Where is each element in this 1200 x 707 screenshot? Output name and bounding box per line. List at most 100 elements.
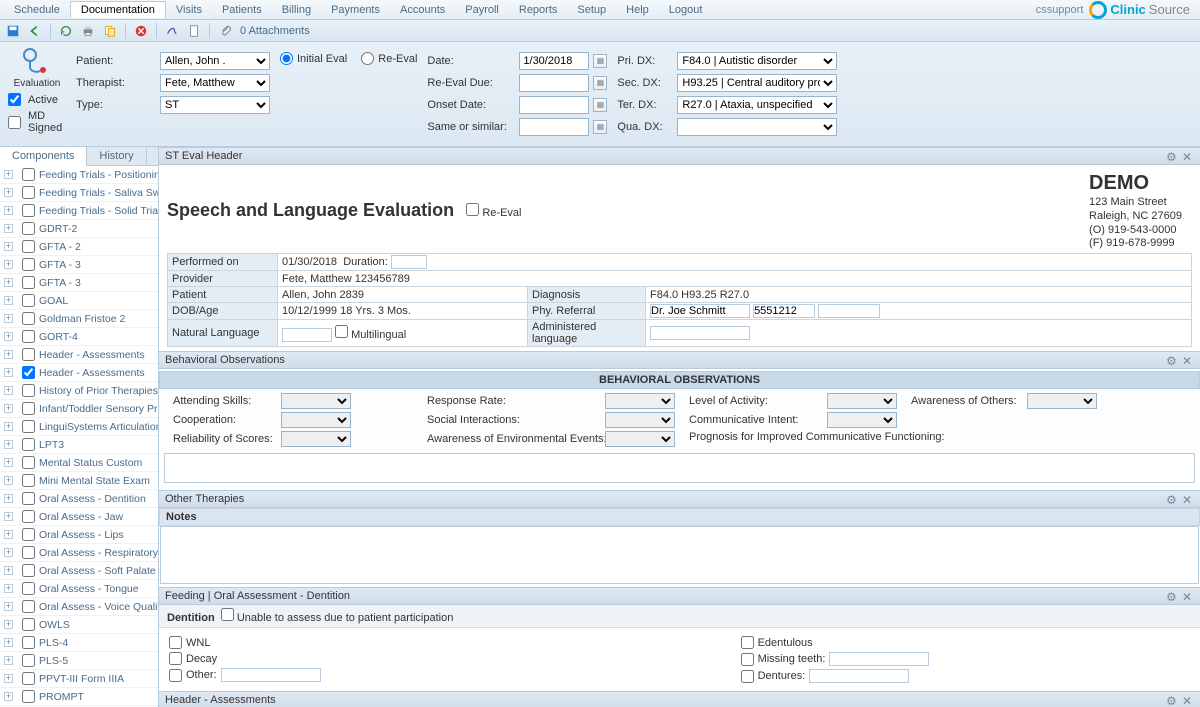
menu-visits[interactable]: Visits xyxy=(166,2,212,18)
expand-icon[interactable]: + xyxy=(4,530,13,539)
close-icon[interactable]: ✕ xyxy=(1182,150,1194,162)
component-item[interactable]: +OWLS xyxy=(0,616,158,634)
expand-icon[interactable]: + xyxy=(4,350,13,359)
menu-setup[interactable]: Setup xyxy=(567,2,616,18)
component-item[interactable]: +Feeding Trials - Positioning xyxy=(0,166,158,184)
expand-icon[interactable]: + xyxy=(4,260,13,269)
therapist-select[interactable]: Fete, Matthew xyxy=(160,74,270,92)
component-checkbox[interactable] xyxy=(22,366,35,379)
gear-icon[interactable]: ⚙ xyxy=(1166,493,1178,505)
md-signed-checkbox[interactable] xyxy=(8,116,21,129)
component-item[interactable]: +History of Prior Therapies xyxy=(0,382,158,400)
copy-icon[interactable] xyxy=(103,24,117,38)
component-item[interactable]: +Mental Status Custom xyxy=(0,454,158,472)
comm-intent-select[interactable] xyxy=(827,412,897,428)
component-item[interactable]: +LinguiSystems Articulation xyxy=(0,418,158,436)
close-icon[interactable]: ✕ xyxy=(1182,694,1194,706)
gear-icon[interactable]: ⚙ xyxy=(1166,590,1178,602)
menu-logout[interactable]: Logout xyxy=(659,2,713,18)
component-item[interactable]: +Oral Assess - Jaw xyxy=(0,508,158,526)
expand-icon[interactable]: + xyxy=(4,692,13,701)
social-select[interactable] xyxy=(605,412,675,428)
attachments-count[interactable]: 0 Attachments xyxy=(240,25,310,37)
component-item[interactable]: +PLS-4 xyxy=(0,634,158,652)
component-item[interactable]: +GFTA - 2 xyxy=(0,238,158,256)
component-item[interactable]: +Header - Assessments xyxy=(0,346,158,364)
expand-icon[interactable]: + xyxy=(4,476,13,485)
component-checkbox[interactable] xyxy=(22,564,35,577)
expand-icon[interactable]: + xyxy=(4,206,13,215)
missing-input[interactable] xyxy=(829,652,929,666)
close-icon[interactable]: ✕ xyxy=(1182,354,1194,366)
dentures-checkbox[interactable] xyxy=(741,670,754,683)
gear-icon[interactable]: ⚙ xyxy=(1166,150,1178,162)
expand-icon[interactable]: + xyxy=(4,386,13,395)
component-checkbox[interactable] xyxy=(22,618,35,631)
other-therapies-textarea[interactable] xyxy=(160,526,1199,584)
menu-documentation[interactable]: Documentation xyxy=(70,1,166,18)
expand-icon[interactable]: + xyxy=(4,224,13,233)
component-item[interactable]: +Oral Assess - Dentition xyxy=(0,490,158,508)
component-item[interactable]: +PPVT-III Form IIIA xyxy=(0,670,158,688)
gear-icon[interactable]: ⚙ xyxy=(1166,354,1178,366)
reliability-select[interactable] xyxy=(281,431,351,447)
expand-icon[interactable]: + xyxy=(4,422,13,431)
component-checkbox[interactable] xyxy=(22,168,35,181)
env-select[interactable] xyxy=(605,431,675,447)
phy-extra-input[interactable] xyxy=(818,304,880,318)
component-checkbox[interactable] xyxy=(22,420,35,433)
component-checkbox[interactable] xyxy=(22,222,35,235)
decay-checkbox[interactable] xyxy=(169,652,182,665)
save-icon[interactable] xyxy=(6,24,20,38)
patient-select[interactable]: Allen, John . xyxy=(160,52,270,70)
expand-icon[interactable]: + xyxy=(4,656,13,665)
expand-icon[interactable]: + xyxy=(4,674,13,683)
component-checkbox[interactable] xyxy=(22,438,35,451)
expand-icon[interactable]: + xyxy=(4,584,13,593)
reeval-due-input[interactable] xyxy=(519,74,589,92)
menu-accounts[interactable]: Accounts xyxy=(390,2,455,18)
qua-dx-select[interactable] xyxy=(677,118,837,136)
onset-input[interactable] xyxy=(519,96,589,114)
type-select[interactable]: ST xyxy=(160,96,270,114)
component-checkbox[interactable] xyxy=(22,402,35,415)
nat-lang-input[interactable] xyxy=(282,328,332,342)
expand-icon[interactable]: + xyxy=(4,620,13,629)
component-checkbox[interactable] xyxy=(22,636,35,649)
component-checkbox[interactable] xyxy=(22,546,35,559)
attending-select[interactable] xyxy=(281,393,351,409)
reeval-title-checkbox[interactable] xyxy=(466,203,479,216)
component-checkbox[interactable] xyxy=(22,654,35,667)
re-eval-radio[interactable] xyxy=(361,52,374,65)
expand-icon[interactable]: + xyxy=(4,332,13,341)
duration-input[interactable] xyxy=(391,255,427,269)
component-item[interactable]: +LPT3 xyxy=(0,436,158,454)
component-checkbox[interactable] xyxy=(22,240,35,253)
pri-dx-select[interactable]: F84.0 | Autistic disorder xyxy=(677,52,837,70)
component-item[interactable]: +GDRT-2 xyxy=(0,220,158,238)
ter-dx-select[interactable]: R27.0 | Ataxia, unspecified xyxy=(677,96,837,114)
calendar-icon[interactable]: ▦ xyxy=(593,54,607,68)
component-item[interactable]: +Mini Mental State Exam xyxy=(0,472,158,490)
expand-icon[interactable]: + xyxy=(4,278,13,287)
close-icon[interactable]: ✕ xyxy=(1182,493,1194,505)
dentures-input[interactable] xyxy=(809,669,909,683)
menu-payroll[interactable]: Payroll xyxy=(455,2,509,18)
component-item[interactable]: +GFTA - 3 xyxy=(0,256,158,274)
wnl-checkbox[interactable] xyxy=(169,636,182,649)
expand-icon[interactable]: + xyxy=(4,548,13,557)
same-input[interactable] xyxy=(519,118,589,136)
component-checkbox[interactable] xyxy=(22,258,35,271)
delete-icon[interactable] xyxy=(134,24,148,38)
component-checkbox[interactable] xyxy=(22,294,35,307)
menu-billing[interactable]: Billing xyxy=(272,2,321,18)
expand-icon[interactable]: + xyxy=(4,314,13,323)
component-item[interactable]: +GOAL xyxy=(0,292,158,310)
expand-icon[interactable]: + xyxy=(4,242,13,251)
expand-icon[interactable]: + xyxy=(4,404,13,413)
gear-icon[interactable]: ⚙ xyxy=(1166,694,1178,706)
other-input[interactable] xyxy=(221,668,321,682)
expand-icon[interactable]: + xyxy=(4,458,13,467)
phy-ref-input[interactable] xyxy=(650,304,750,318)
active-checkbox[interactable] xyxy=(8,93,21,106)
